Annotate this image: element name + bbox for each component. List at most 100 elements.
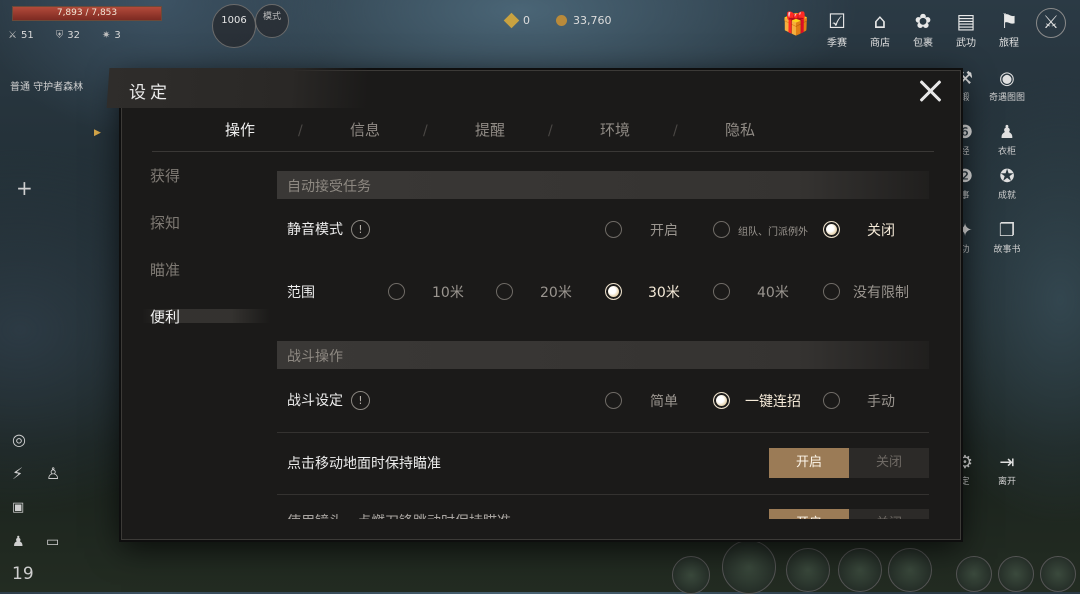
radio-range-40[interactable] <box>713 283 730 300</box>
side-achievement[interactable]: ✪ 成就 <box>984 164 1030 202</box>
tab-environment[interactable]: 环境 <box>555 119 675 141</box>
close-icon[interactable] <box>918 79 942 103</box>
book-icon: ▤ <box>956 9 976 33</box>
menu-bag[interactable]: ✿ 包裹 <box>900 8 946 49</box>
radio-range-20-label: 20米 <box>540 285 572 301</box>
friends-icon[interactable]: ♟ <box>12 534 25 550</box>
radio-combat-manual[interactable] <box>823 392 840 409</box>
radio-range-30-label: 30米 <box>648 285 680 301</box>
radio-mute-on-label: 开启 <box>650 223 678 239</box>
menu-journey[interactable]: ⚑ 旅程 <box>986 8 1032 49</box>
skill-slot-8[interactable] <box>1040 556 1076 592</box>
copper-coin-icon <box>556 15 567 26</box>
subnav-aim[interactable]: 瞄准 <box>150 259 180 280</box>
story-book-icon: ❐ <box>998 219 1016 241</box>
radar-icon[interactable]: ◎ <box>12 430 26 449</box>
plus-icon[interactable]: + <box>16 176 33 200</box>
side-wonder[interactable]: ◉ 奇遇图图 <box>984 66 1030 104</box>
skill-slot-6[interactable] <box>956 556 992 592</box>
radio-mute-off[interactable] <box>823 221 840 238</box>
tab-reminder[interactable]: 提醒 <box>430 119 550 141</box>
mode-badge[interactable]: 模式 <box>255 4 289 38</box>
stat-special: ✷ 3 <box>101 30 121 41</box>
achievement-icon: ✪ <box>999 165 1015 187</box>
settings-dialog: 设定 操作 / 信息 / 提醒 / 环境 / 隐私 获得 探知 瞄准 便利 自动… <box>106 68 961 540</box>
aim-keep-label: 点击移动地面时保持瞄准 <box>287 456 441 472</box>
chat-icon[interactable]: ▭ <box>46 534 59 550</box>
gold-coin-icon <box>503 12 520 29</box>
shield-icon: ⛨ <box>55 30 64 41</box>
sword-icon: ⚔ <box>8 30 17 41</box>
skill-slot-3[interactable] <box>786 548 830 592</box>
calendar-check-icon: ☑ <box>828 9 846 33</box>
tab-info[interactable]: 信息 <box>305 119 425 141</box>
radio-range-10[interactable] <box>388 283 405 300</box>
radio-combat-simple-label: 简单 <box>650 394 678 410</box>
currency-copper: 33,760 <box>556 14 612 27</box>
shop-icon: ⌂ <box>873 9 887 33</box>
combat-toggle-icon[interactable]: ⚔ <box>1036 8 1066 38</box>
row-divider <box>277 494 929 495</box>
wonder-icon: ◉ <box>999 67 1015 89</box>
radio-range-unlimited-label: 没有限制 <box>853 285 909 301</box>
subnav-acquire[interactable]: 获得 <box>150 165 180 186</box>
stat-attack: ⚔ 51 <box>8 30 34 41</box>
radio-range-30[interactable] <box>605 283 622 300</box>
radio-combat-combo[interactable] <box>713 392 730 409</box>
skill-slot-2[interactable] <box>722 540 776 594</box>
radio-mute-team[interactable] <box>713 221 730 238</box>
settings-content: 自动接受任务 静音模式 ! 开启 组队、门派例外 关闭 范围 10米 20米 3… <box>277 169 929 519</box>
wardrobe-icon: ♟ <box>998 121 1016 143</box>
radio-range-40-label: 40米 <box>757 285 789 301</box>
section-header-combat: 战斗操作 <box>277 341 929 369</box>
currency-gold: 0 <box>503 12 530 29</box>
radio-mute-team-label: 组队、门派例外 <box>738 227 808 238</box>
location-label: 普通 守护者森林 <box>10 82 84 93</box>
range-label: 范围 <box>287 285 315 301</box>
mute-mode-label: 静音模式 ! <box>287 219 370 239</box>
level-value: 1006 <box>221 15 247 26</box>
health-bar: 7,893 / 7,853 <box>12 6 162 21</box>
radio-range-20[interactable] <box>496 283 513 300</box>
side-exit[interactable]: ⇥ 离开 <box>984 450 1030 488</box>
menu-season[interactable]: ☑ 季赛 <box>814 8 860 49</box>
tab-separator: / <box>548 123 553 139</box>
radio-mute-on[interactable] <box>605 221 622 238</box>
subnav-convenience[interactable]: 便利 <box>150 306 180 327</box>
camera-aim-on-button[interactable]: 开启 <box>769 509 849 519</box>
level-badge[interactable]: 1006 <box>212 4 256 48</box>
camera-aim-off-button[interactable]: 关闭 <box>849 509 929 519</box>
info-icon[interactable]: ! <box>351 219 370 239</box>
player-stats: ⚔ 51 ⛨ 32 ✷ 3 <box>8 30 121 41</box>
lightning-icon[interactable]: ⚡ <box>12 464 23 483</box>
exit-icon: ⇥ <box>999 451 1015 473</box>
skill-slot-4[interactable] <box>838 548 882 592</box>
quest-arrow-icon[interactable]: ▶ <box>94 128 101 138</box>
camera-icon[interactable]: ▣ <box>12 500 24 515</box>
side-wardrobe[interactable]: ♟ 衣柜 <box>984 120 1030 158</box>
radio-range-unlimited[interactable] <box>823 283 840 300</box>
info-icon[interactable]: ! <box>351 390 370 410</box>
radio-combat-simple[interactable] <box>605 392 622 409</box>
tab-separator: / <box>423 123 428 139</box>
radio-combat-combo-label: 一键连招 <box>745 394 801 410</box>
radio-range-10-label: 10米 <box>432 285 464 301</box>
menu-shop[interactable]: ⌂ 商店 <box>857 8 903 49</box>
menu-martial[interactable]: ▤ 武功 <box>943 8 989 49</box>
skill-slot-7[interactable] <box>998 556 1034 592</box>
bag-icon: ✿ <box>914 9 932 33</box>
tab-privacy[interactable]: 隐私 <box>680 119 800 141</box>
radio-combat-manual-label: 手动 <box>867 394 895 410</box>
aim-keep-off-button[interactable]: 关闭 <box>849 448 929 478</box>
section-header-auto-accept: 自动接受任务 <box>277 171 929 199</box>
skill-slot-1[interactable] <box>672 556 710 594</box>
person-icon[interactable]: ♙ <box>46 464 60 483</box>
aim-keep-on-button[interactable]: 开启 <box>769 448 849 478</box>
flag-icon: ⚑ <box>1000 9 1018 33</box>
tab-bar: 操作 / 信息 / 提醒 / 环境 / 隐私 <box>152 119 934 152</box>
skill-slot-5[interactable] <box>888 548 932 592</box>
subnav-detect[interactable]: 探知 <box>150 212 180 233</box>
tab-operation[interactable]: 操作 <box>180 119 300 141</box>
side-story[interactable]: ❐ 故事书 <box>984 218 1030 256</box>
gift-icon[interactable]: 🎁 <box>782 12 809 37</box>
